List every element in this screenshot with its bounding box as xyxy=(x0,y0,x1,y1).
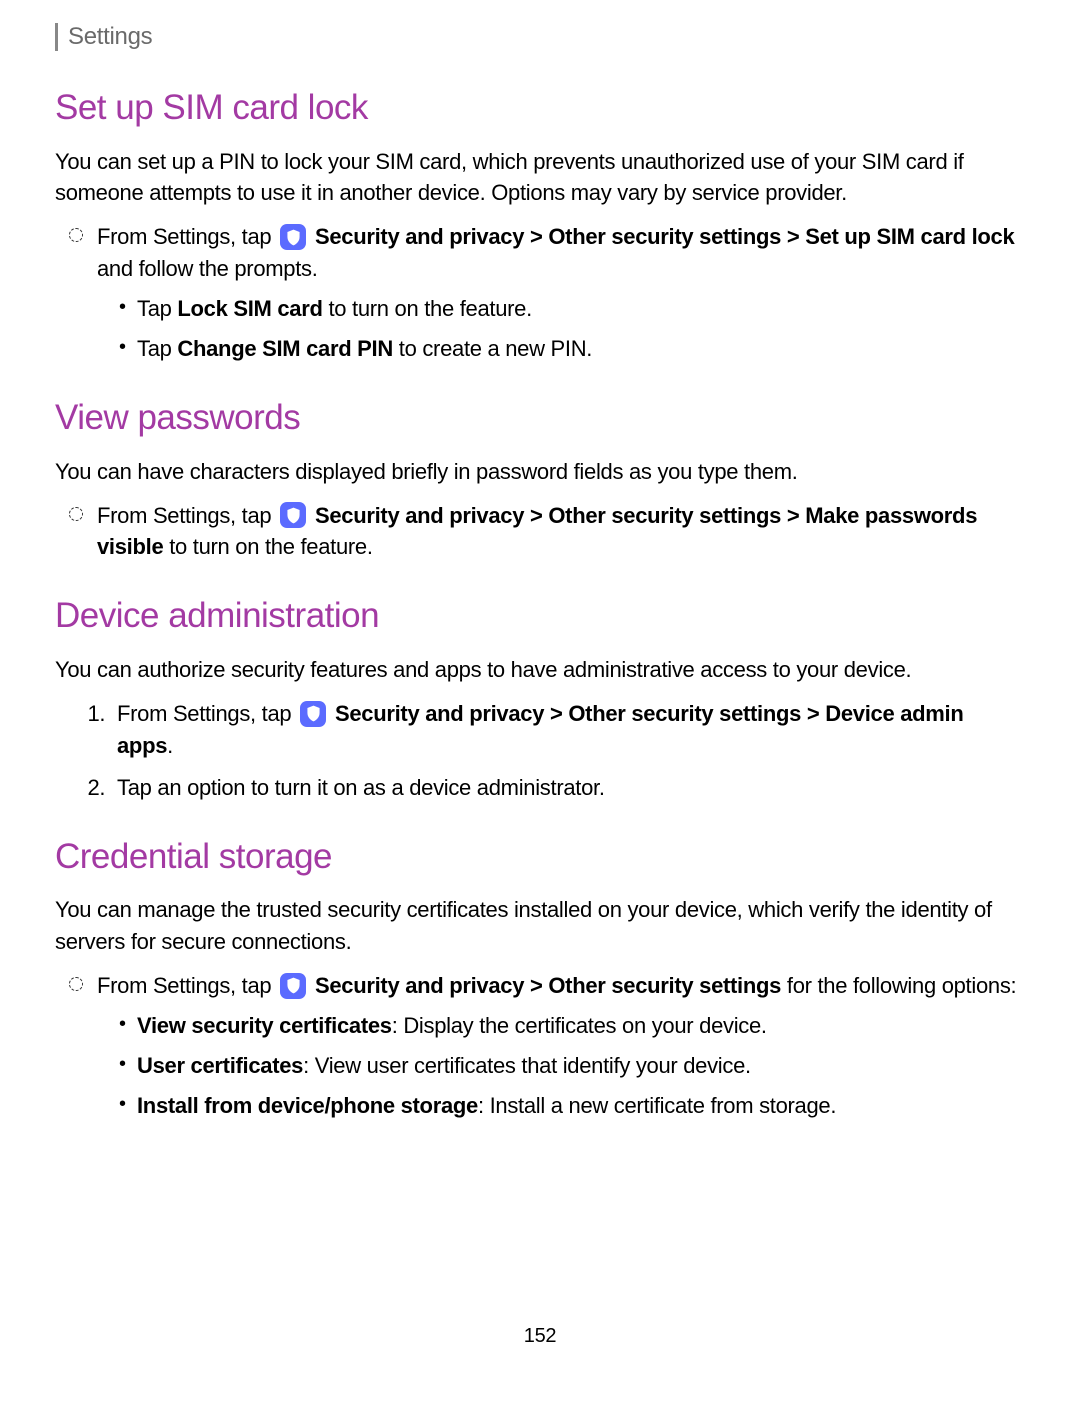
list-item: From Settings, tap Security and privacy … xyxy=(111,698,1025,762)
list-item: User certificates: View user certificate… xyxy=(137,1050,1025,1082)
heading-view-passwords: View passwords xyxy=(55,393,1025,444)
opt-strong: User certificates xyxy=(137,1053,303,1078)
sublist-credential-storage: View security certificates: Display the … xyxy=(97,1010,1025,1122)
step-suffix: to turn on the feature. xyxy=(169,534,372,559)
step-suffix: for the following options: xyxy=(787,973,1016,998)
list-device-admin: From Settings, tap Security and privacy … xyxy=(55,698,1025,804)
step-prefix: From Settings, tap xyxy=(117,701,297,726)
step-path: Security and privacy > Other security se… xyxy=(315,224,1014,249)
intro-view-passwords: You can have characters displayed briefl… xyxy=(55,456,1025,488)
breadcrumb-label: Settings xyxy=(68,20,152,55)
opt-suffix: : View user certificates that identify y… xyxy=(303,1053,751,1078)
breadcrumb: Settings xyxy=(55,20,1025,55)
step-prefix: From Settings, tap xyxy=(97,503,277,528)
list-sim-lock: From Settings, tap Security and privacy … xyxy=(55,221,1025,365)
heading-credential-storage: Credential storage xyxy=(55,832,1025,883)
list-item: Install from device/phone storage: Insta… xyxy=(137,1090,1025,1122)
list-item: Tap an option to turn it on as a device … xyxy=(111,772,1025,804)
shield-icon xyxy=(280,502,306,528)
opt-suffix: : Install a new certificate from storage… xyxy=(478,1093,836,1118)
step-path: Security and privacy > Other security se… xyxy=(315,973,781,998)
list-credential-storage: From Settings, tap Security and privacy … xyxy=(55,970,1025,1122)
list-item: View security certificates: Display the … xyxy=(137,1010,1025,1042)
sub-strong: Lock SIM card xyxy=(177,296,322,321)
opt-strong: View security certificates xyxy=(137,1013,392,1038)
list-item: From Settings, tap Security and privacy … xyxy=(97,221,1025,365)
opt-suffix: : Display the certificates on your devic… xyxy=(392,1013,767,1038)
list-item: From Settings, tap Security and privacy … xyxy=(97,500,1025,564)
sub-suffix: to create a new PIN. xyxy=(393,336,592,361)
intro-credential-storage: You can manage the trusted security cert… xyxy=(55,894,1025,958)
page-number: 152 xyxy=(55,1322,1025,1351)
shield-icon xyxy=(280,224,306,250)
breadcrumb-bar xyxy=(55,23,58,51)
step-prefix: From Settings, tap xyxy=(97,973,277,998)
list-item: From Settings, tap Security and privacy … xyxy=(97,970,1025,1122)
sublist-sim-lock: Tap Lock SIM card to turn on the feature… xyxy=(97,293,1025,365)
shield-icon xyxy=(280,973,306,999)
list-view-passwords: From Settings, tap Security and privacy … xyxy=(55,500,1025,564)
list-item: Tap Change SIM card PIN to create a new … xyxy=(137,333,1025,365)
intro-device-admin: You can authorize security features and … xyxy=(55,654,1025,686)
step-suffix: . xyxy=(167,733,173,758)
intro-sim-lock: You can set up a PIN to lock your SIM ca… xyxy=(55,146,1025,210)
heading-device-admin: Device administration xyxy=(55,591,1025,642)
shield-icon xyxy=(300,701,326,727)
step-suffix: and follow the prompts. xyxy=(97,256,318,281)
step-prefix: From Settings, tap xyxy=(97,224,277,249)
sub-suffix: to turn on the feature. xyxy=(323,296,532,321)
sub-prefix: Tap xyxy=(137,336,177,361)
list-item: Tap Lock SIM card to turn on the feature… xyxy=(137,293,1025,325)
opt-strong: Install from device/phone storage xyxy=(137,1093,478,1118)
heading-sim-lock: Set up SIM card lock xyxy=(55,83,1025,134)
sub-prefix: Tap xyxy=(137,296,177,321)
sub-strong: Change SIM card PIN xyxy=(177,336,393,361)
